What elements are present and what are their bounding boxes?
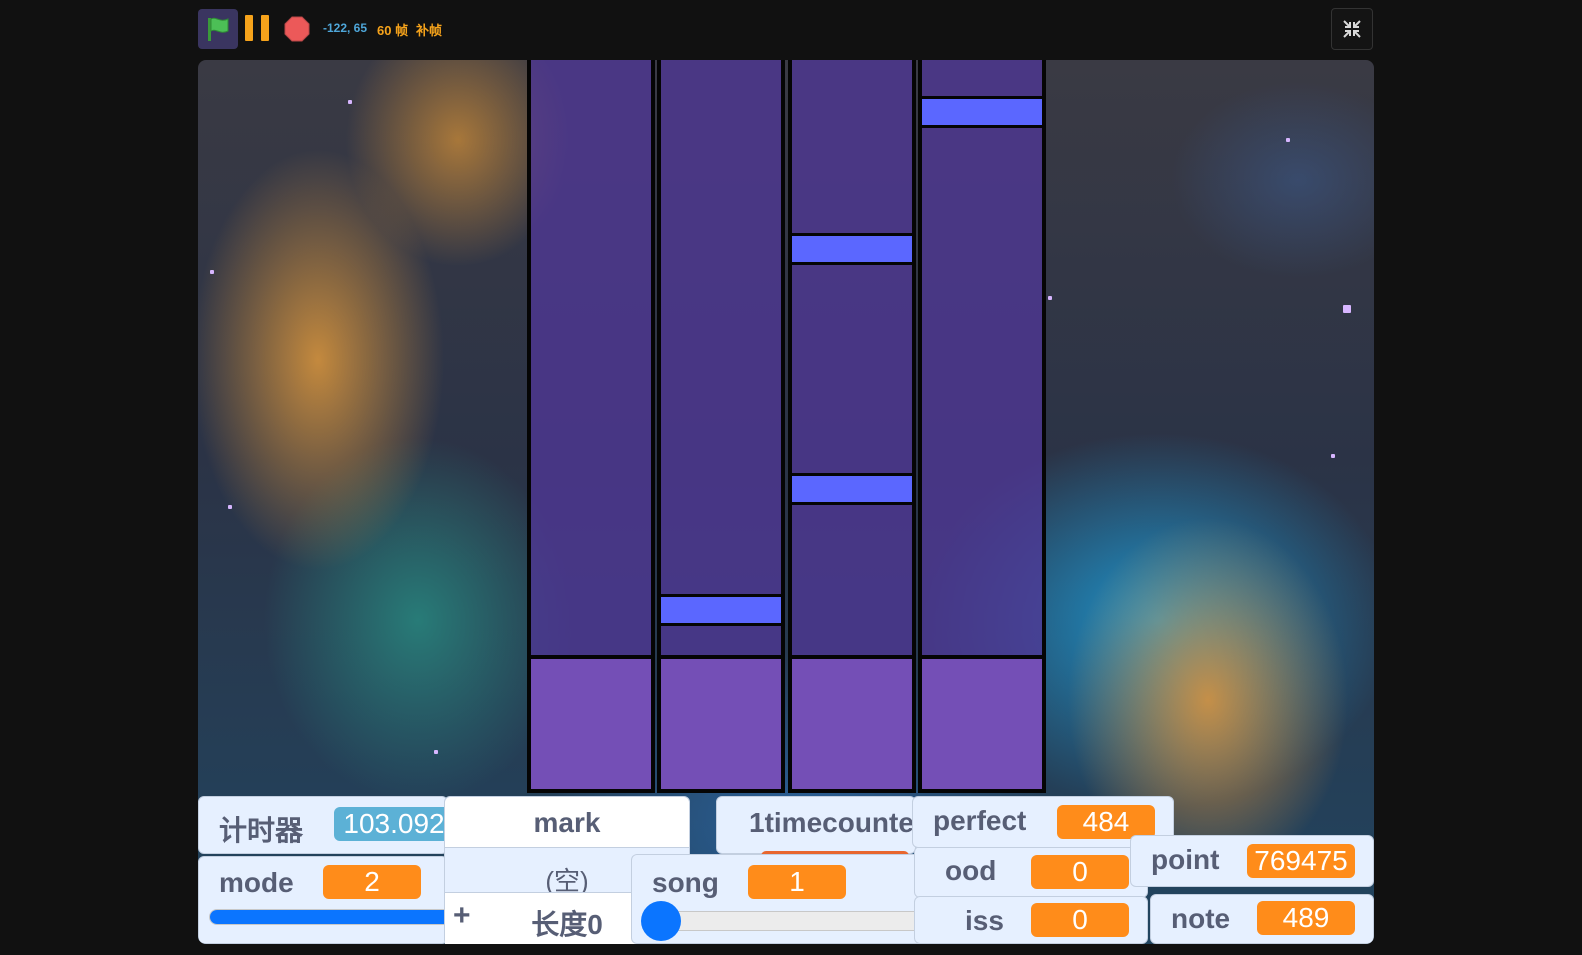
lane-4-hit-zone [922, 655, 1042, 789]
stage-controls-bar: -122, 65 60 帧 补帧 [0, 0, 1582, 58]
stop-sign-icon [284, 16, 310, 42]
mode-slider[interactable] [209, 909, 469, 925]
lane-1-hit-zone [531, 655, 651, 789]
game-stage[interactable]: 1timecounte 计时器 103.092 mode 2 mark (空) … [198, 60, 1374, 944]
note [792, 473, 912, 505]
point-monitor[interactable]: point 769475 [1130, 835, 1374, 887]
lane-1 [527, 60, 655, 793]
lane-2 [657, 60, 785, 793]
point-label: point [1151, 844, 1220, 875]
lane-3-hit-zone [792, 655, 912, 789]
note-count-value: 489 [1257, 901, 1355, 935]
timer-value: 103.092 [334, 807, 454, 841]
stop-button[interactable] [284, 16, 310, 42]
point-value: 769475 [1247, 844, 1355, 878]
interpolation-indicator: 补帧 [416, 23, 443, 38]
perfect-label: perfect [933, 805, 1027, 836]
mode-monitor[interactable]: mode 2 [198, 856, 469, 944]
perfect-value: 484 [1057, 805, 1155, 839]
song-slider[interactable] [641, 901, 954, 941]
star-decoration [434, 750, 438, 754]
timecounter-monitor[interactable]: 1timecounte [716, 796, 916, 861]
good-label: ood [945, 855, 997, 886]
mode-slider-fill [210, 910, 468, 924]
mode-label: mode [219, 867, 294, 898]
song-slider-thumb[interactable] [641, 901, 681, 941]
pause-button[interactable] [245, 15, 271, 41]
note [661, 594, 781, 626]
note-count-label: note [1171, 903, 1231, 934]
green-flag-button[interactable] [198, 9, 238, 49]
lane-2-hit-zone [661, 655, 781, 789]
star-decoration [1048, 296, 1052, 300]
note [922, 96, 1042, 128]
mouse-coordinates: -122, 65 [323, 21, 368, 35]
fullscreen-exit-icon [1343, 20, 1361, 38]
lane-3 [788, 60, 916, 793]
fps-indicator: 60 帧 [377, 23, 409, 38]
star-decoration [1286, 138, 1290, 142]
timecounter-label: 1timecounte [749, 807, 914, 838]
exit-fullscreen-button[interactable] [1331, 8, 1373, 50]
star-decoration [1343, 305, 1351, 313]
mark-list-title: mark [445, 797, 689, 848]
miss-value: 0 [1031, 903, 1129, 937]
pause-icon [261, 15, 269, 41]
timer-monitor[interactable]: 计时器 103.092 [198, 796, 454, 854]
song-label: song [652, 867, 719, 898]
star-decoration [210, 270, 214, 274]
star-decoration [1331, 454, 1335, 458]
timer-label: 计时器 [219, 815, 304, 846]
star-decoration [348, 100, 352, 104]
miss-label: iss [965, 905, 1004, 936]
song-value: 1 [748, 865, 846, 899]
note-count-monitor[interactable]: note 489 [1150, 894, 1374, 944]
miss-monitor[interactable]: iss 0 [914, 896, 1148, 944]
mode-value: 2 [323, 865, 421, 899]
pause-icon [245, 15, 253, 41]
note [792, 233, 912, 265]
green-flag-icon [208, 17, 229, 41]
lane-4 [918, 60, 1046, 793]
good-monitor[interactable]: ood 0 [914, 846, 1148, 898]
star-decoration [228, 505, 232, 509]
good-value: 0 [1031, 855, 1129, 889]
